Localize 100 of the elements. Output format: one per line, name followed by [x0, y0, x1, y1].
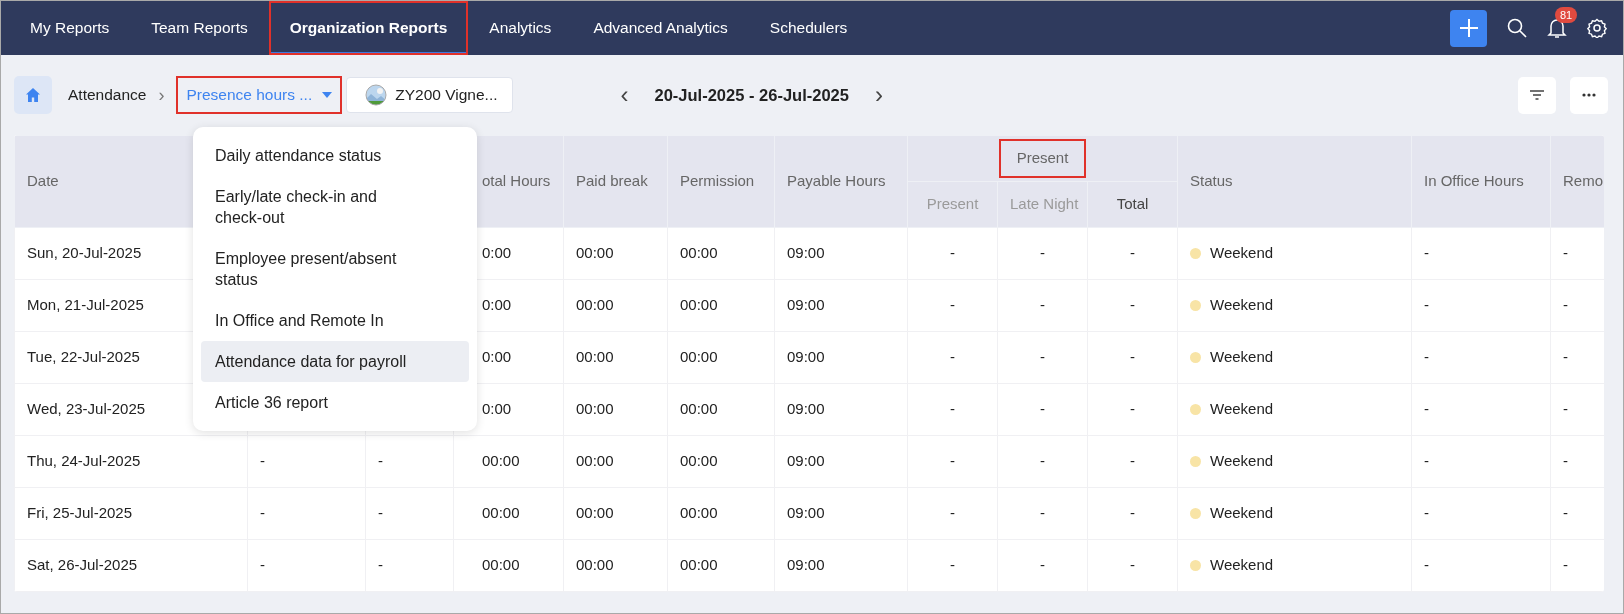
table-cell: - — [1424, 556, 1429, 574]
table-cell: - — [378, 556, 383, 574]
table-cell: - — [1130, 504, 1135, 522]
table-cell: 00:00 — [482, 504, 520, 522]
menu-item[interactable]: In Office and Remote In — [201, 300, 469, 341]
table-cell: 09:00 — [787, 556, 825, 574]
table-cell: - — [1424, 348, 1429, 366]
column-header: Payable Hours — [787, 172, 886, 190]
table-cell: - — [1563, 244, 1568, 262]
status-label: Weekend — [1210, 556, 1274, 574]
table-cell: 00:00 — [680, 244, 718, 262]
filter-button[interactable] — [1518, 76, 1556, 114]
date-range: 20-Jul-2025 - 26-Jul-2025 — [654, 84, 849, 106]
nav-tab[interactable]: Team Reports — [130, 1, 269, 55]
table-cell: Mon, 21-Jul-2025 — [27, 296, 144, 314]
table-cell: 09:00 — [787, 296, 825, 314]
table-cell: 00:00 — [576, 244, 614, 262]
bell-icon[interactable] — [1547, 17, 1567, 39]
table-cell: - — [1040, 244, 1045, 262]
menu-item[interactable]: Attendance data for payroll — [201, 341, 469, 382]
filter-icon — [1530, 90, 1544, 100]
table-cell: - — [1424, 296, 1429, 314]
table-cell: 00:00 — [576, 400, 614, 418]
menu-item[interactable]: Early/late check-in and check-out — [201, 176, 469, 238]
table-cell: 00:00 — [482, 452, 520, 470]
employee-selector[interactable]: ZY200 Vigne... — [346, 77, 513, 113]
menu-item[interactable]: Daily attendance status — [201, 135, 469, 176]
caret-icon — [322, 92, 333, 98]
table-cell: 0:00 — [482, 296, 512, 314]
breadcrumb-link[interactable]: Attendance — [68, 83, 147, 107]
column-header: otal Hours — [482, 172, 551, 190]
table-cell: Thu, 24-Jul-2025 — [27, 452, 141, 470]
column-header: Present — [926, 195, 979, 213]
table-cell: - — [260, 504, 265, 522]
table-cell: 00:00 — [680, 504, 718, 522]
add-button[interactable] — [1450, 9, 1487, 47]
table-cell: 00:00 — [680, 400, 718, 418]
table-cell: - — [1563, 296, 1568, 314]
status-label: Weekend — [1210, 400, 1274, 418]
home-button[interactable] — [14, 76, 52, 114]
nav-tab[interactable]: My Reports — [9, 1, 131, 55]
table-cell: - — [1563, 452, 1568, 470]
table-cell: - — [378, 452, 383, 470]
table-cell: - — [1130, 244, 1135, 262]
table-cell: 00:00 — [680, 556, 718, 574]
table-cell: 09:00 — [787, 348, 825, 366]
table-cell: Tue, 22-Jul-2025 — [27, 348, 140, 366]
table-cell: Sun, 20-Jul-2025 — [27, 244, 142, 262]
status-label: Weekend — [1210, 504, 1274, 522]
table-cell: 00:00 — [680, 296, 718, 314]
settings-icon[interactable] — [1587, 18, 1607, 38]
table-cell: - — [1040, 504, 1045, 522]
table-cell: - — [950, 504, 955, 522]
status-label: Weekend — [1210, 348, 1274, 366]
table-cell: - — [950, 556, 955, 574]
column-header: Remo — [1563, 172, 1604, 190]
table-cell: - — [378, 504, 383, 522]
table-cell: 00:00 — [680, 348, 718, 366]
nav-tab[interactable]: Analytics — [468, 1, 573, 55]
table-cell: - — [1040, 556, 1045, 574]
table-cell: - — [1424, 400, 1429, 418]
table-cell: 00:00 — [576, 452, 614, 470]
table-cell: - — [1563, 504, 1568, 522]
table-cell: - — [260, 452, 265, 470]
table-cell: 09:00 — [787, 452, 825, 470]
menu-item[interactable]: Article 36 report — [201, 382, 469, 423]
more-icon — [1582, 93, 1596, 97]
table-cell: - — [1130, 348, 1135, 366]
table-cell: Wed, 23-Jul-2025 — [27, 400, 146, 418]
previous-week-button[interactable]: ‹ — [620, 83, 629, 107]
table-cell: Fri, 25-Jul-2025 — [27, 504, 133, 522]
search-icon[interactable] — [1507, 18, 1527, 38]
table-cell: 00:00 — [576, 296, 614, 314]
table-cell: 09:00 — [787, 400, 825, 418]
column-header: Date — [27, 172, 59, 190]
table-cell: - — [1563, 400, 1568, 418]
next-week-button[interactable]: › — [874, 83, 883, 107]
column-header: Paid break — [576, 172, 648, 190]
table-cell: 00:00 — [576, 348, 614, 366]
column-header: Total — [1116, 195, 1149, 213]
table-cell: - — [950, 400, 955, 418]
table-cell: - — [1424, 452, 1429, 470]
table-cell: 0:00 — [482, 400, 512, 418]
table-cell: 00:00 — [576, 504, 614, 522]
plus-icon — [1458, 18, 1479, 38]
table-cell: - — [1040, 296, 1045, 314]
table-cell: - — [950, 452, 955, 470]
table-cell: - — [1130, 556, 1135, 574]
nav-tab[interactable]: Schedulers — [748, 1, 869, 55]
table-cell: - — [1040, 400, 1045, 418]
table-cell: - — [260, 556, 265, 574]
table-cell: - — [1130, 296, 1135, 314]
table-cell: 09:00 — [787, 244, 825, 262]
table-cell: - — [950, 244, 955, 262]
nav-tab[interactable]: Advanced Analytics — [572, 1, 749, 55]
table-cell: - — [1563, 556, 1568, 574]
column-header: In Office Hours — [1424, 172, 1524, 190]
nav-tab[interactable]: Organization Reports — [268, 1, 469, 55]
table-cell: 0:00 — [482, 244, 512, 262]
menu-item[interactable]: Employee present/absent status — [201, 238, 469, 300]
